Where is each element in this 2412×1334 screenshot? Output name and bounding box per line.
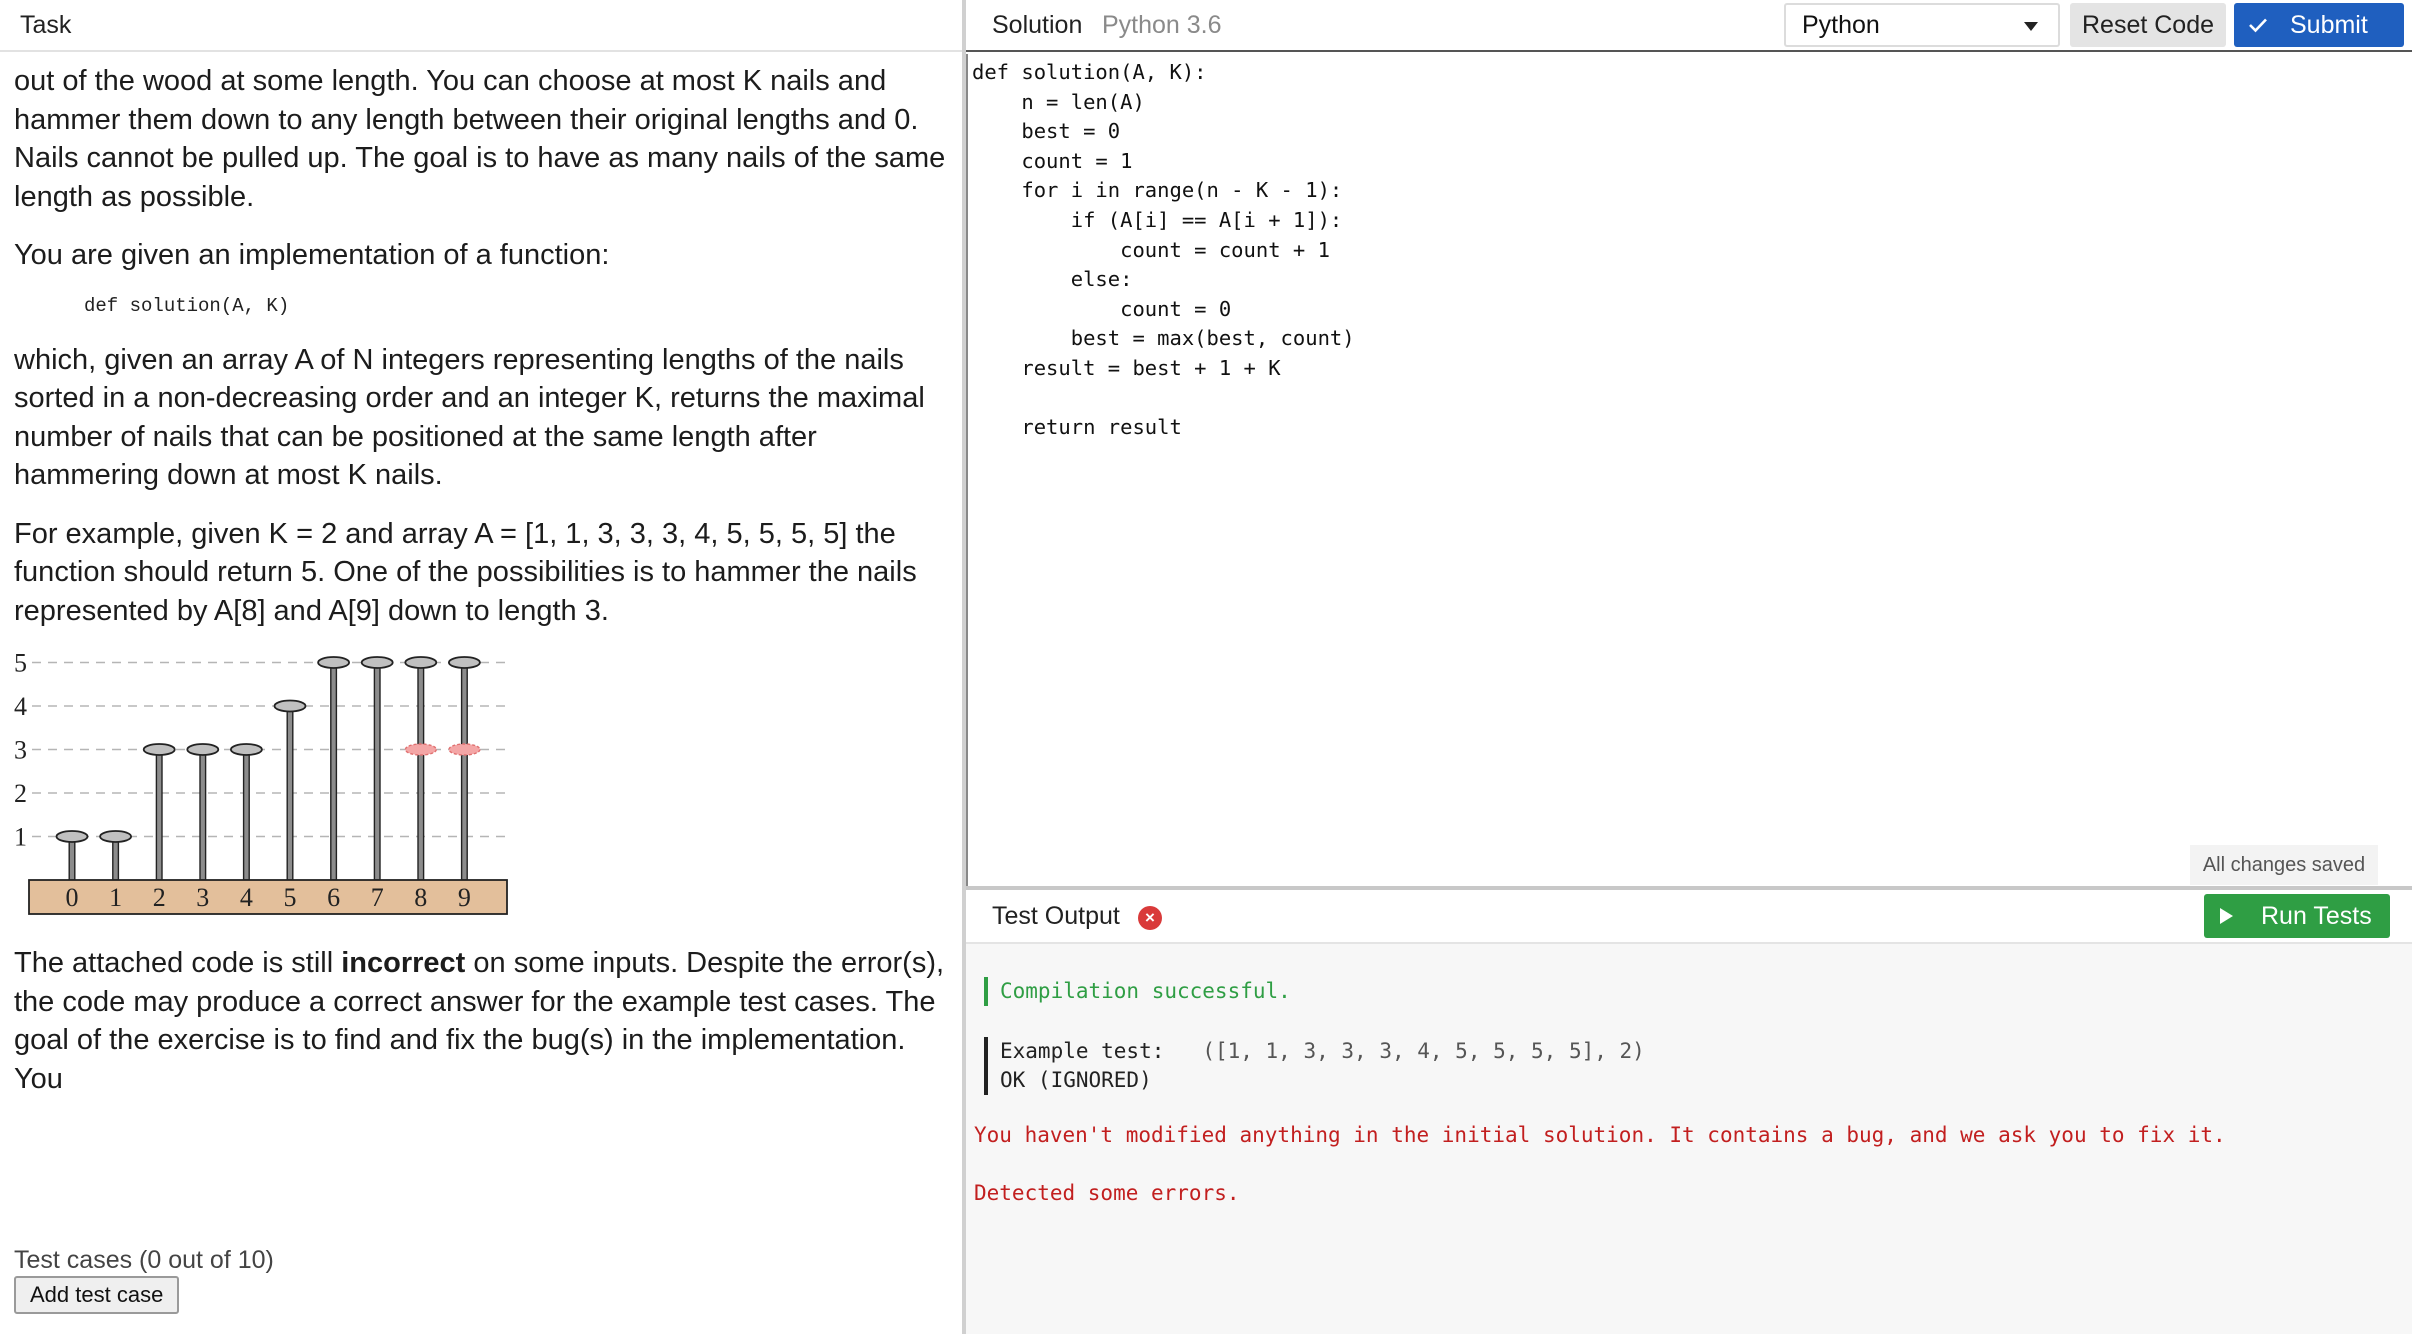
solution-title: Solution bbox=[992, 11, 1083, 39]
add-test-case-button[interactable]: Add test case bbox=[14, 1276, 180, 1314]
example-test-label: Example test: bbox=[1000, 1039, 1165, 1063]
task-paragraph-2: You are given an implementation of a fun… bbox=[14, 239, 610, 271]
nail-shaft bbox=[417, 661, 425, 881]
error-icon: × bbox=[1138, 906, 1162, 930]
unmodified-warning: You haven't modified anything in the ini… bbox=[974, 1123, 2226, 1147]
solution-header: Solution Python 3.6 Python Reset Code Su… bbox=[966, 0, 2412, 52]
language-select-value: Python bbox=[1802, 10, 1880, 39]
nail-head bbox=[229, 743, 263, 756]
y-axis-label: 1 bbox=[14, 823, 27, 852]
save-status: All changes saved bbox=[2190, 845, 2378, 885]
nail-shaft bbox=[199, 748, 207, 881]
nail-head bbox=[447, 656, 481, 669]
nail-head bbox=[273, 699, 307, 713]
task-panel: Task out of the wood at some length. You… bbox=[0, 0, 962, 1334]
code-content[interactable]: def solution(A, K): n = len(A) best = 0 … bbox=[972, 58, 1355, 443]
task-paragraph-5-start: The attached code is still bbox=[14, 947, 342, 979]
nail-shaft bbox=[112, 835, 120, 881]
nail-shaft bbox=[330, 661, 338, 881]
task-header: Task bbox=[0, 0, 962, 52]
nail-head bbox=[99, 830, 132, 843]
check-icon bbox=[2249, 18, 2267, 33]
task-paragraph-5: The attached code is still incorrect on … bbox=[14, 944, 949, 1098]
nail-head bbox=[360, 656, 394, 669]
submit-label: Submit bbox=[2290, 10, 2368, 39]
nail-index-label: 3 bbox=[196, 883, 209, 912]
nail-index-label: 1 bbox=[109, 883, 122, 912]
solution-panel: Solution Python 3.6 Python Reset Code Su… bbox=[966, 0, 2412, 1334]
nail-index-label: 9 bbox=[458, 883, 471, 912]
task-paragraph-1: out of the wood at some length. You can … bbox=[14, 65, 946, 213]
nail-head bbox=[55, 830, 89, 843]
task-paragraph-4: For example, given K = 2 and array A = [… bbox=[14, 517, 917, 627]
nail-shaft bbox=[460, 661, 468, 881]
task-title: Task bbox=[20, 10, 72, 39]
nail-index-label: 4 bbox=[240, 883, 253, 912]
y-axis-label: 3 bbox=[14, 736, 27, 765]
test-cases-label: Test cases (0 out of 10) bbox=[14, 1246, 274, 1274]
example-test-args: ([1, 1, 3, 3, 3, 4, 5, 5, 5, 5], 2) bbox=[1202, 1039, 1645, 1063]
play-icon bbox=[2220, 908, 2233, 924]
nails-illustration: 5 4 3 2 1 0 1 2 3 4 5 6 7 8 9 bbox=[14, 649, 508, 915]
nail-head bbox=[142, 743, 176, 756]
y-axis-label: 5 bbox=[14, 649, 27, 678]
incorrect-emphasis: incorrect bbox=[341, 947, 466, 979]
reset-code-button[interactable]: Reset Code bbox=[2070, 3, 2226, 47]
nail-shaft bbox=[155, 748, 163, 881]
test-output-console: Compilation successful. Example test: ([… bbox=[966, 944, 2412, 1334]
nail-index-label: 5 bbox=[284, 883, 297, 912]
nail-shaft bbox=[242, 748, 250, 881]
hammered-nail-head bbox=[448, 743, 481, 756]
example-test-status: OK (IGNORED) bbox=[1000, 1068, 1152, 1092]
chevron-down-icon bbox=[2024, 22, 2038, 31]
example-test-result: Example test: ([1, 1, 3, 3, 3, 4, 5, 5, … bbox=[984, 1037, 1645, 1095]
test-output-title: Test Output bbox=[992, 902, 1120, 930]
nail-index-label: 8 bbox=[414, 883, 427, 912]
hammered-nail-head bbox=[404, 743, 437, 756]
nail-head bbox=[317, 656, 351, 669]
run-tests-label: Run Tests bbox=[2261, 901, 2372, 930]
language-select[interactable]: Python bbox=[1784, 3, 2060, 47]
task-description[interactable]: out of the wood at some length. You can … bbox=[14, 62, 949, 1222]
nail-shaft bbox=[68, 835, 76, 881]
code-editor[interactable]: def solution(A, K): n = len(A) best = 0 … bbox=[966, 54, 2412, 886]
y-axis-label: 4 bbox=[14, 692, 27, 721]
nail-head bbox=[404, 656, 438, 669]
wood-block bbox=[28, 879, 508, 915]
nail-index-label: 6 bbox=[327, 883, 340, 912]
test-output-header: Test Output × Run Tests bbox=[966, 890, 2412, 944]
task-paragraph-3: which, given an array A of N integers re… bbox=[14, 343, 925, 492]
nail-shaft bbox=[286, 705, 294, 881]
nail-index-label: 2 bbox=[153, 883, 166, 912]
function-signature: def solution(A, K) bbox=[84, 294, 290, 317]
nail-index-label: 7 bbox=[371, 883, 384, 912]
compile-status: Compilation successful. bbox=[984, 977, 1291, 1006]
nail-shaft bbox=[373, 661, 381, 881]
nail-index-label: 0 bbox=[66, 883, 79, 912]
nail-head bbox=[186, 743, 220, 756]
run-tests-button[interactable]: Run Tests bbox=[2204, 894, 2390, 938]
language-version: Python 3.6 bbox=[1102, 11, 1222, 39]
errors-message: Detected some errors. bbox=[974, 1181, 1240, 1205]
submit-button[interactable]: Submit bbox=[2234, 3, 2404, 47]
y-axis-label: 2 bbox=[14, 779, 27, 808]
